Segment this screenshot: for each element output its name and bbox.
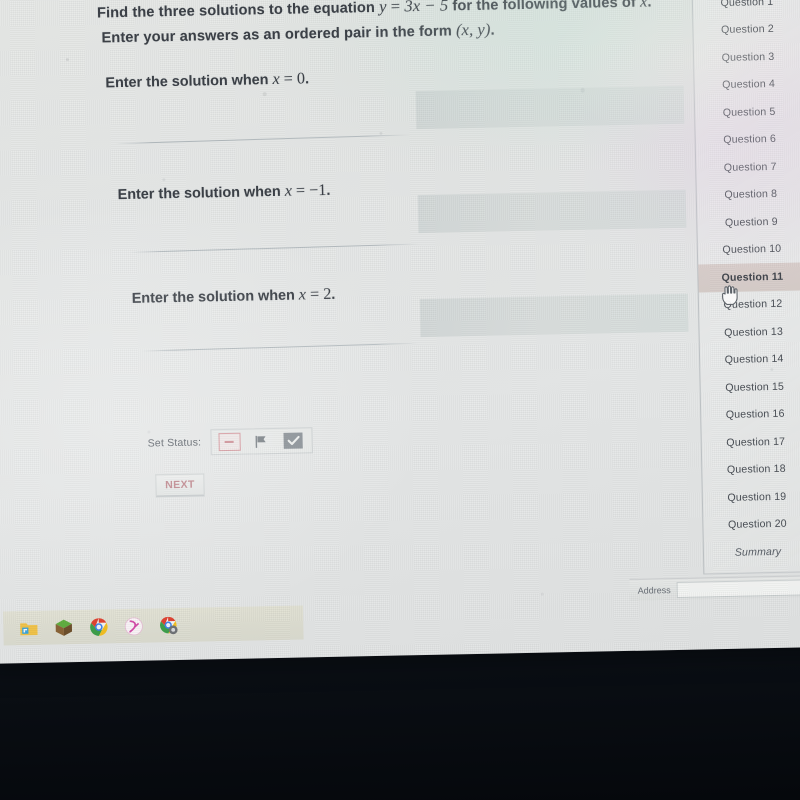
prompt-text-period: . xyxy=(647,0,652,11)
subq3-text: Enter the solution when xyxy=(131,287,299,307)
status-answered-button[interactable] xyxy=(282,431,305,450)
subquestion-label-2: Enter the solution when x = −1. xyxy=(117,180,331,204)
subquestion-label-1: Enter the solution when x = 0. xyxy=(105,69,309,92)
flag-icon xyxy=(255,435,266,448)
nav-item-question-7[interactable]: Question 7 xyxy=(696,152,800,182)
address-bar-label: Address xyxy=(637,584,671,596)
dash-icon xyxy=(224,440,234,444)
minecraft-glyph xyxy=(55,619,72,636)
nav-item-question-16[interactable]: Question 16 xyxy=(701,400,800,430)
nav-item-question-4[interactable]: Question 4 xyxy=(694,70,800,100)
nav-item-question-8[interactable]: Question 8 xyxy=(697,180,800,210)
set-status-row: Set Status: xyxy=(147,427,313,456)
section-divider-3 xyxy=(141,342,418,352)
subq1-math-equals: = xyxy=(279,69,298,88)
nav-item-question-11[interactable]: Question 11 xyxy=(698,262,800,292)
minecraft-icon[interactable] xyxy=(52,616,74,638)
answer-input-3[interactable] xyxy=(419,293,689,338)
nav-item-question-18[interactable]: Question 18 xyxy=(702,455,800,485)
check-icon xyxy=(287,435,300,446)
pink-app-glyph xyxy=(124,616,143,635)
answer-input-1[interactable] xyxy=(415,85,685,130)
subq2-period: . xyxy=(326,182,331,199)
section-divider-2 xyxy=(129,243,420,253)
nav-item-summary[interactable]: Summary xyxy=(704,537,800,567)
subq1-period: . xyxy=(304,71,310,88)
subq3-math-equals: = xyxy=(305,285,324,304)
nav-item-question-5[interactable]: Question 5 xyxy=(695,97,800,127)
question-navigator: Question 1 Question 2 Question 3 Question 4… xyxy=(691,0,800,574)
nav-item-question-9[interactable]: Question 9 xyxy=(697,207,800,237)
file-explorer-glyph xyxy=(19,622,38,635)
chrome-icon[interactable] xyxy=(87,615,109,637)
subq2-math-equals: = xyxy=(291,181,310,200)
nav-item-question-14[interactable]: Question 14 xyxy=(700,345,800,375)
subq3-period: . xyxy=(331,286,336,303)
status-flag-button[interactable] xyxy=(250,432,273,451)
subq1-text: Enter the solution when xyxy=(105,71,273,92)
browser-address-bar: Address xyxy=(629,574,800,601)
prompt-math-equals: = xyxy=(386,0,405,16)
nav-item-question-3[interactable]: Question 3 xyxy=(694,42,800,72)
subq2-text: Enter the solution when xyxy=(117,183,285,204)
prompt2-text: Enter your answers as an ordered pair in… xyxy=(101,23,457,47)
check-icon-box xyxy=(283,432,303,449)
prompt-text-part-1: Find the three solutions to the equation xyxy=(96,0,380,22)
status-button-group xyxy=(209,427,313,456)
prompt2-period: . xyxy=(490,22,495,39)
set-status-label: Set Status: xyxy=(147,436,202,450)
nav-item-question-15[interactable]: Question 15 xyxy=(700,372,800,402)
chrome-secondary-glyph xyxy=(159,616,178,634)
nav-item-question-20[interactable]: Question 20 xyxy=(703,510,800,540)
prompt-text-part-2: for the following values of xyxy=(448,0,641,15)
quiz-page: Find the three solutions to the equation… xyxy=(1,0,800,646)
nav-item-question-10[interactable]: Question 10 xyxy=(698,235,800,265)
nav-item-question-13[interactable]: Question 13 xyxy=(699,317,800,347)
section-divider-1 xyxy=(115,134,412,145)
prompt2-math-ordered-pair: (x, y) xyxy=(455,19,491,40)
address-input[interactable] xyxy=(676,578,800,598)
nav-item-question-2[interactable]: Question 2 xyxy=(693,15,800,45)
nav-item-question-19[interactable]: Question 19 xyxy=(703,482,800,512)
subquestion-label-3: Enter the solution when x = 2. xyxy=(132,285,336,308)
nav-item-question-17[interactable]: Question 17 xyxy=(701,427,800,457)
nav-item-question-6[interactable]: Question 6 xyxy=(695,125,800,155)
chrome-glyph xyxy=(89,617,108,636)
windows-taskbar xyxy=(3,605,304,646)
answer-input-2[interactable] xyxy=(417,189,687,234)
photographed-screen: Find the three solutions to the equation… xyxy=(0,0,800,800)
subq2-math-value: −1 xyxy=(308,180,327,200)
chrome-secondary-icon[interactable] xyxy=(157,614,179,636)
status-unanswered-button[interactable] xyxy=(218,432,241,452)
prompt-math-expression: 3x − 5 xyxy=(404,0,449,16)
file-explorer-icon[interactable] xyxy=(17,617,39,639)
pink-app-icon[interactable] xyxy=(122,615,144,637)
next-button[interactable]: NEXT xyxy=(155,473,205,498)
nav-item-question-12[interactable]: Question 12 xyxy=(699,290,800,320)
monitor-screen: Find the three solutions to the equation… xyxy=(0,0,800,664)
